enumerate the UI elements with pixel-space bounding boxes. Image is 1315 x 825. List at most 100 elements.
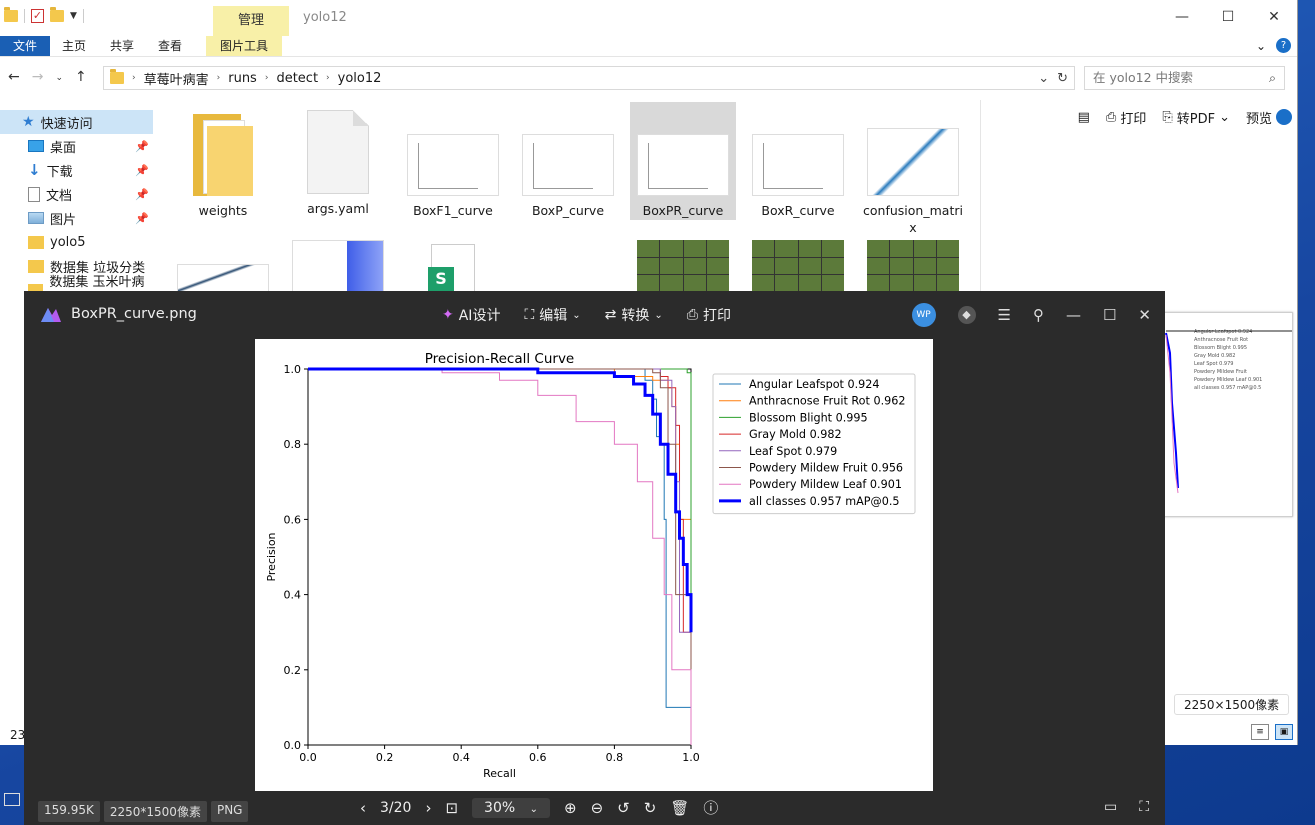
- chevron-down-icon[interactable]: ⌄: [1038, 71, 1049, 86]
- chevron-right-icon[interactable]: ›: [265, 73, 269, 83]
- sidebar-item-desktop[interactable]: 桌面 📌: [0, 134, 153, 158]
- file-item-batch[interactable]: [860, 240, 966, 292]
- user-avatar[interactable]: WP: [911, 303, 936, 327]
- sidebar-item-downloads[interactable]: ↓ 下载 📌: [0, 158, 153, 182]
- pin-icon[interactable]: ⚲: [1033, 306, 1044, 324]
- toggle-icon[interactable]: [1276, 109, 1292, 125]
- sidebar-item-pictures[interactable]: 图片 📌: [0, 206, 153, 230]
- address-actions: ⌄ ↻: [1038, 71, 1074, 86]
- convert-button[interactable]: ⇄ 转换 ⌄: [605, 305, 663, 325]
- delete-icon[interactable]: 🗑: [670, 799, 689, 817]
- zoom-select[interactable]: 30% ⌄: [472, 797, 550, 818]
- properties-icon[interactable]: ✓: [31, 9, 44, 23]
- rotate-right-icon[interactable]: ↻: [644, 799, 657, 817]
- file-item-args[interactable]: args.yaml: [285, 100, 391, 220]
- breadcrumb-item[interactable]: yolo12: [338, 71, 382, 86]
- edit-button[interactable]: ⛶ 编辑 ⌄: [524, 305, 580, 325]
- tab-view[interactable]: 查看: [146, 36, 194, 56]
- breadcrumb-item[interactable]: detect: [276, 71, 318, 86]
- sidebar-item-documents[interactable]: 文档 📌: [0, 182, 153, 206]
- pin-icon[interactable]: 📌: [135, 140, 149, 153]
- zoom-in-icon[interactable]: ⊕: [564, 799, 577, 817]
- zoom-out-icon[interactable]: ⊖: [591, 799, 604, 817]
- large-icons-view-icon[interactable]: ▣: [1275, 724, 1293, 740]
- preview-toggle[interactable]: 预览: [1246, 108, 1292, 127]
- forward-icon[interactable]: →: [32, 69, 44, 87]
- breadcrumb-item[interactable]: 草莓叶病害: [144, 69, 209, 88]
- tab-file[interactable]: 文件: [0, 36, 51, 56]
- address-row: ← → ⌄ ↑ › 草莓叶病害 › runs › detect › yolo12…: [0, 56, 1297, 98]
- file-item-batch[interactable]: [630, 240, 736, 292]
- file-item-boxp[interactable]: BoxP_curve: [515, 102, 621, 220]
- chevron-right-icon[interactable]: ›: [132, 73, 136, 83]
- thumbnail-strip-icon[interactable]: ▭: [1104, 799, 1117, 815]
- folder-icon: [193, 114, 253, 196]
- search-input[interactable]: 在 yolo12 中搜索 ⌕: [1084, 66, 1285, 90]
- file-item-boxr[interactable]: BoxR_curve: [745, 102, 851, 220]
- next-image-icon[interactable]: ›: [425, 799, 431, 817]
- minimize-button[interactable]: —: [1066, 306, 1081, 324]
- close-button[interactable]: ✕: [1138, 306, 1151, 324]
- recent-dropdown-icon[interactable]: ⌄: [55, 69, 63, 87]
- print-button[interactable]: ⎙ 打印: [687, 305, 731, 325]
- star-icon: ★: [22, 114, 35, 130]
- x-axis-label: Recall: [483, 767, 516, 780]
- printer-icon: ⎙: [686, 307, 698, 323]
- file-item-boxf1[interactable]: BoxF1_curve: [400, 102, 506, 220]
- file-item-batch[interactable]: [745, 240, 851, 292]
- tab-picture-tools[interactable]: 图片工具: [206, 36, 283, 56]
- details-view-icon[interactable]: ≡: [1251, 724, 1269, 740]
- image-edit-icon: ⛶: [524, 307, 535, 323]
- new-folder-icon[interactable]: [50, 7, 64, 22]
- actual-size-icon[interactable]: ⊡: [445, 799, 458, 817]
- chevron-right-icon[interactable]: ›: [326, 73, 330, 83]
- minimize-button[interactable]: —: [1159, 0, 1205, 34]
- image-thumbnail: [637, 134, 729, 196]
- to-pdf-button[interactable]: ⎘ 转PDF ⌄: [1162, 108, 1230, 127]
- help-icon[interactable]: ?: [1276, 38, 1291, 53]
- sidebar-item-yolo5[interactable]: yolo5: [0, 230, 153, 254]
- ai-design-button[interactable]: ✦ AI设计: [442, 305, 500, 325]
- file-item-weights[interactable]: weights: [170, 100, 276, 220]
- up-icon[interactable]: ↑: [75, 69, 87, 87]
- image-thumbnail: [752, 134, 844, 196]
- desktop-folder-icon[interactable]: [0, 793, 22, 813]
- menu-icon[interactable]: ☰: [998, 306, 1011, 324]
- maximize-button[interactable]: ☐: [1205, 0, 1251, 34]
- file-item-confusion-matrix[interactable]: confusion_matrix: [860, 102, 966, 235]
- tab-share[interactable]: 共享: [98, 36, 146, 56]
- breadcrumb-item[interactable]: runs: [228, 71, 257, 86]
- fullscreen-icon[interactable]: ⛶: [1139, 799, 1149, 815]
- prev-image-icon[interactable]: ‹: [360, 799, 366, 817]
- rotate-left-icon[interactable]: ↺: [617, 799, 630, 817]
- refresh-icon[interactable]: ↻: [1057, 71, 1068, 86]
- print-button[interactable]: ⎙ 打印: [1106, 108, 1146, 127]
- maximize-button[interactable]: ☐: [1103, 306, 1116, 324]
- details-icon[interactable]: ▤: [1078, 110, 1090, 125]
- sidebar-item-quick-access[interactable]: ★ 快速访问: [0, 110, 153, 134]
- close-button[interactable]: ✕: [1251, 0, 1297, 34]
- search-icon[interactable]: ⌕: [1269, 67, 1276, 89]
- cube-icon[interactable]: ◆: [957, 306, 976, 324]
- expand-ribbon-icon[interactable]: ⌄: [1256, 39, 1266, 53]
- customize-dropdown-icon[interactable]: ▼: [70, 11, 77, 21]
- info-icon[interactable]: ⓘ: [703, 797, 718, 818]
- file-size: 159.95K: [38, 801, 100, 822]
- svg-text:all classes 0.957 mAP@0.5: all classes 0.957 mAP@0.5: [1194, 385, 1261, 391]
- tab-home[interactable]: 主页: [50, 36, 98, 56]
- pin-icon[interactable]: 📌: [135, 164, 149, 177]
- file-item-thumb[interactable]: [285, 240, 391, 292]
- app-logo-icon: [41, 308, 61, 322]
- file-item-thumb[interactable]: [170, 262, 276, 292]
- file-label: BoxR_curve: [761, 203, 835, 218]
- address-bar[interactable]: › 草莓叶病害 › runs › detect › yolo12 ⌄ ↻: [103, 66, 1075, 90]
- folder-icon[interactable]: [4, 7, 18, 22]
- file-item-boxpr[interactable]: BoxPR_curve: [630, 102, 736, 220]
- file-item-csv[interactable]: S: [400, 244, 506, 292]
- series-line-2: [308, 368, 692, 745]
- pin-icon[interactable]: 📌: [135, 212, 149, 225]
- back-icon[interactable]: ←: [8, 69, 20, 87]
- chevron-right-icon[interactable]: ›: [217, 73, 221, 83]
- pin-icon[interactable]: 📌: [135, 188, 149, 201]
- chevron-down-icon[interactable]: ⌄: [1219, 110, 1230, 125]
